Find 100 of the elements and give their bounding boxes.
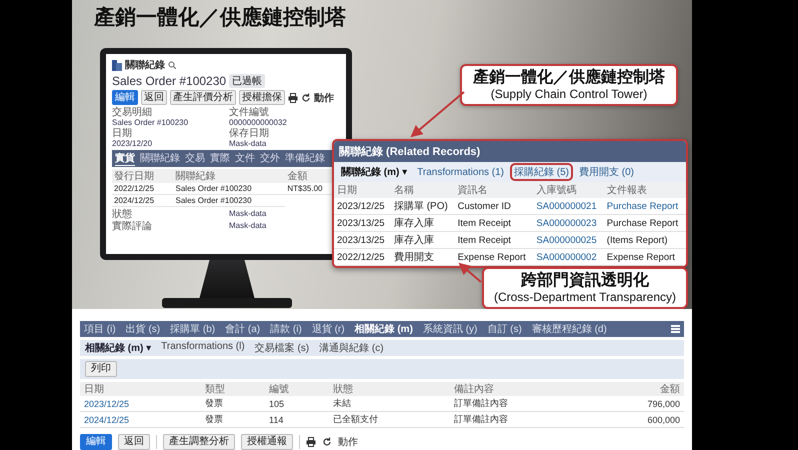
slide-title: 產銷一體化／供應鏈控制塔 (94, 4, 346, 31)
tab[interactable]: 文件 (235, 151, 255, 166)
field-label: 保存日期 (229, 128, 270, 139)
record-link[interactable]: SA000000023 (533, 214, 604, 232)
field-label: 文件編號 (229, 107, 270, 118)
app-title: 關聯紀錄 (125, 58, 165, 72)
column-header: 編號 (264, 382, 329, 396)
table-cell: 費用開支 (390, 248, 455, 266)
toolbar-button[interactable]: 產生評價分析 (170, 90, 236, 105)
record-link[interactable]: SA000000002 (533, 248, 604, 266)
tab[interactable]: 交外 (260, 151, 280, 166)
print-icon[interactable] (306, 437, 316, 447)
search-icon[interactable] (168, 61, 176, 69)
field-value: Mask-data (229, 221, 268, 232)
column-header: 狀態 (328, 382, 450, 396)
toolbar-button[interactable]: 授權通報 (241, 434, 293, 450)
table-cell: Item Receipt (454, 214, 534, 232)
column-header: 備註內容 (450, 382, 592, 396)
callout-subtitle: (Supply Chain Control Tower) (490, 87, 648, 102)
table-cell: Expense Report (454, 248, 534, 266)
print-icon[interactable] (288, 92, 298, 102)
field-label: 日期 (112, 128, 133, 139)
column-header: 類型 (201, 382, 265, 396)
table-cell: 庫存入庫 (390, 214, 455, 232)
field-value: 0000000000032 (229, 118, 288, 127)
table-cell: 2022/12/25 (334, 248, 391, 266)
field-value: 2023/12/20 (112, 139, 154, 148)
tab[interactable]: 自訂 (s) (487, 322, 522, 336)
toolbar-button[interactable]: 編輯 (80, 434, 112, 450)
field-value: Mask-data (229, 139, 268, 148)
toolbar-button[interactable]: 產生調整分析 (163, 434, 235, 450)
table-cell: 2023/13/25 (334, 214, 391, 232)
tab[interactable]: 準備紀錄 (285, 151, 325, 166)
toolbar-button[interactable]: 授權擔保 (239, 90, 285, 105)
table-cell: 採購單 (PO) (390, 198, 455, 214)
tab[interactable]: 採購單 (b) (170, 322, 216, 336)
refresh-icon[interactable] (301, 92, 311, 102)
subtab[interactable]: 溝通與紀錄 (c) (319, 341, 384, 355)
table-cell: 2024/12/25 (112, 194, 174, 206)
table-cell: 2023/13/25 (334, 232, 391, 248)
subtab[interactable]: Transformations (l) (161, 341, 245, 355)
table-cell: Item Receipt (454, 232, 534, 248)
refresh-icon[interactable] (322, 437, 332, 447)
callout-subtitle: (Cross-Department Transparency) (494, 290, 676, 305)
sales-order-title: Sales Order #100230 (112, 74, 226, 88)
column-header: 名稱 (390, 182, 455, 198)
tab[interactable]: 關聯紀錄 (140, 151, 180, 166)
table-cell: 114 (264, 412, 329, 428)
subtab[interactable]: 相關紀錄 (m) ▾ (85, 341, 152, 355)
tab[interactable]: 項目 (i) (84, 322, 116, 336)
panel-tab[interactable]: 關聯紀錄 (m) ▾ (339, 165, 410, 179)
record-link[interactable]: 2024/12/25 (80, 412, 202, 428)
tab[interactable]: 實際 (210, 151, 230, 166)
tab[interactable]: 審核歷程紀錄 (d) (532, 322, 607, 336)
document-icon (112, 60, 122, 70)
menu-icon[interactable] (671, 325, 680, 333)
table-cell: 600,000 (591, 412, 684, 428)
toolbar-button[interactable]: 返回 (141, 90, 167, 105)
record-link[interactable]: SA000000021 (533, 198, 604, 214)
column-header: 關聯紀錄 (174, 169, 286, 183)
callout-title: 產銷一體化／供應鏈控制塔 (472, 68, 666, 87)
field-value: Mask-data (229, 209, 268, 220)
tab[interactable]: 交易 (185, 151, 205, 166)
table-cell: 未結 (328, 396, 450, 412)
record-link[interactable]: SA000000025 (533, 232, 604, 248)
table-cell: Purchase Report (604, 214, 686, 232)
column-header: 金額 (591, 382, 684, 396)
panel-tab[interactable]: Transformations (1) (415, 166, 506, 178)
toolbar-button[interactable]: 返回 (118, 434, 150, 450)
record-link[interactable]: 2023/12/25 (80, 396, 202, 412)
column-header: 入庫號碼 (533, 182, 604, 198)
toolbar-button[interactable]: 編輯 (112, 90, 138, 105)
tab[interactable]: 出貨 (s) (126, 322, 160, 336)
panel-tab[interactable]: 採購紀錄 (5) (512, 165, 572, 179)
action-menu[interactable]: 動作 (338, 435, 358, 449)
field-label: 狀態 (112, 209, 133, 220)
column-header: 資訊名 (454, 182, 534, 198)
action-menu[interactable]: 動作 (314, 90, 334, 104)
tab[interactable]: 退貨 (r) (312, 322, 345, 336)
callout-title: 跨部門資訊透明化 (520, 271, 650, 290)
table-cell: Sales Order #100230 (174, 183, 286, 194)
tab[interactable]: 相關紀錄 (m) (354, 322, 413, 336)
subtab[interactable]: 交易檔案 (s) (254, 341, 310, 355)
status-badge: 已過帳 (229, 74, 266, 88)
panel-tab[interactable]: 費用開支 (0) (577, 165, 636, 179)
column-header: 文件報表 (604, 182, 686, 198)
table-cell: Expense Report (604, 248, 686, 266)
table-cell: 訂單備註內容 (450, 396, 592, 412)
table-cell: 訂單備註內容 (450, 412, 592, 428)
tab[interactable]: 系統資訊 (y) (422, 322, 478, 336)
record-link[interactable]: Purchase Report (604, 198, 686, 214)
table-cell: 105 (264, 396, 329, 412)
field-label: 交易明細 (112, 107, 153, 118)
column-header: 日期 (334, 182, 391, 198)
tab[interactable]: 會計 (a) (225, 322, 260, 336)
panel-title: 關聯紀錄 (Related Records) (334, 141, 686, 162)
print-button[interactable]: 列印 (85, 361, 117, 377)
tab[interactable]: 請款 (i) (270, 322, 302, 336)
table-cell: 庫存入庫 (390, 232, 455, 248)
tab[interactable]: 實貨 (115, 151, 135, 166)
